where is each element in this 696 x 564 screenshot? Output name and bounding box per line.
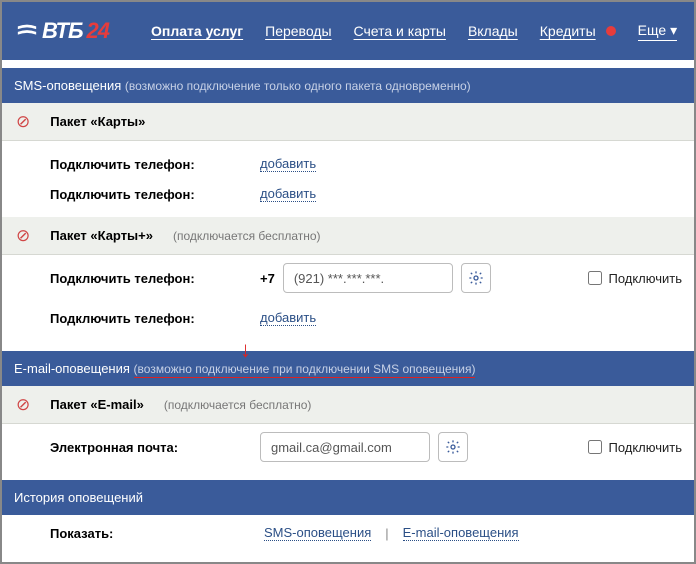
history-body: Показать: SMS-оповещения | E-mail-оповещ… [2,515,694,555]
email-section-sub: (возможно подключение при подключении SM… [134,362,476,378]
sms-pkg1-row2-label: Подключить телефон: [50,187,250,202]
email-connect-checkbox[interactable] [588,440,602,454]
top-header: ВТБ24 Оплата услуг Переводы Счета и карт… [2,2,694,60]
prohibit-icon: ⊘ [16,227,30,244]
sms-pkg1-head: ⊘ Пакет «Карты» [2,103,694,141]
logo: ВТБ24 [16,18,109,44]
email-input[interactable] [260,432,430,462]
email-section-title: E-mail-оповещения [14,361,130,376]
sms-pkg2-row2-label: Подключить телефон: [50,311,250,326]
email-section-header: E-mail-оповещения (возможно подключение … [2,351,694,386]
nav-more-label: Еще [638,22,667,38]
sms-pkg1-row1-label: Подключить телефон: [50,157,250,172]
email-connect[interactable]: Подключить [588,440,682,455]
email-settings-button[interactable] [438,432,468,462]
sms-pkg2-add[interactable]: добавить [260,310,316,326]
sms-connect-label: Подключить [608,271,682,286]
gear-icon [468,270,484,286]
sms-section-sub: (возможно подключение только одного паке… [125,79,471,93]
email-pkg-hint: (подключается бесплатно) [164,398,312,412]
sms-pkg2-row1-label: Подключить телефон: [50,271,250,286]
sms-pkg1-add1[interactable]: добавить [260,156,316,172]
email-pkg-head: ⊘ Пакет «E-mail» (подключается бесплатно… [2,386,694,424]
sms-pkg1-title: Пакет «Карты» [50,114,145,129]
email-connect-label: Подключить [608,440,682,455]
sms-pkg1-body: Подключить телефон: добавить Подключить … [2,141,694,217]
email-pkg-title: Пакет «E-mail» [50,397,144,412]
sms-section-header: SMS-оповещения (возможно подключение тол… [2,68,694,103]
sms-pkg2-hint: (подключается бесплатно) [173,229,321,243]
nav-accounts[interactable]: Счета и карты [354,23,446,39]
email-row-label: Электронная почта: [50,440,250,455]
logo-icon [16,20,38,42]
gear-icon [445,439,461,455]
history-show-label: Показать: [50,526,250,541]
sms-pkg1-add2[interactable]: добавить [260,186,316,202]
sms-connect[interactable]: Подключить [588,271,682,286]
logo-text-2: 24 [87,18,109,44]
sms-pkg2-head: ⊘ Пакет «Карты+» (подключается бесплатно… [2,217,694,255]
logo-text-1: ВТБ [42,18,83,44]
sms-section-title: SMS-оповещения [14,78,121,93]
sms-pkg2-body: Подключить телефон: +7 Подключить Подклю… [2,255,694,341]
phone-input[interactable] [283,263,453,293]
annotation-arrow-icon: ↓ [240,337,251,363]
history-sep: | [385,526,388,541]
history-email-link[interactable]: E-mail-оповещения [403,525,519,541]
phone-settings-button[interactable] [461,263,491,293]
notification-badge [606,26,616,36]
email-pkg-body: Электронная почта: Подключить [2,424,694,470]
main-nav: Оплата услуг Переводы Счета и карты Вкла… [151,22,677,41]
chevron-down-icon: ▾ [670,22,677,39]
phone-prefix: +7 [260,271,275,286]
sms-pkg2-title: Пакет «Карты+» [50,228,153,243]
nav-deposits[interactable]: Вклады [468,23,518,39]
sms-connect-checkbox[interactable] [588,271,602,285]
nav-credits[interactable]: Кредиты [540,23,596,39]
nav-more[interactable]: Еще ▾ [638,22,678,41]
history-sms-link[interactable]: SMS-оповещения [264,525,371,541]
nav-transfers[interactable]: Переводы [265,23,331,39]
history-section-header: История оповещений [2,480,694,515]
nav-payments[interactable]: Оплата услуг [151,23,243,39]
prohibit-icon: ⊘ [16,396,30,413]
prohibit-icon: ⊘ [16,113,30,130]
history-title: История оповещений [14,490,143,505]
